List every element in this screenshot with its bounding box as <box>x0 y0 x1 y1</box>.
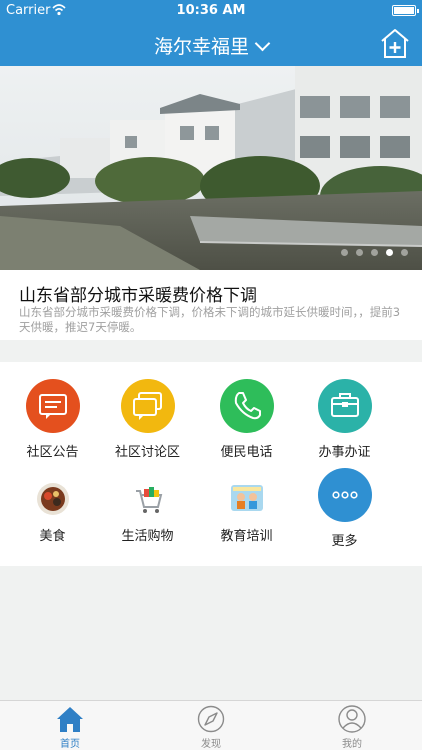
carousel-dot[interactable] <box>341 249 348 256</box>
news-card[interactable]: 山东省部分城市采暖费价格下调 山东省部分城市采暖费价格下调，价格未下调的城市延长… <box>0 270 422 340</box>
news-summary: 山东省部分城市采暖费价格下调，价格未下调的城市延长供暖时间，，提前3天供暖，推迟… <box>19 305 401 334</box>
news-title: 山东省部分城市采暖费价格下调 <box>19 286 257 306</box>
service-label: 社区讨论区 <box>114 445 180 460</box>
service-label: 生活购物 <box>121 529 174 544</box>
service-label: 美食 <box>39 529 66 544</box>
service-label: 更多 <box>331 534 358 549</box>
service-label: 社区公告 <box>26 445 79 460</box>
carousel-dot-active[interactable] <box>386 249 393 256</box>
service-food[interactable]: 美食 <box>0 474 105 544</box>
tab-label: 我的 <box>342 739 362 750</box>
briefcase-icon <box>317 379 372 433</box>
service-shopping[interactable]: 生活购物 <box>95 474 200 544</box>
tab-profile[interactable]: 我的 <box>282 704 422 750</box>
tab-label: 首页 <box>60 739 80 750</box>
chevron-down-icon <box>254 35 271 52</box>
community-name: 海尔幸福里 <box>153 36 249 58</box>
banner-image <box>0 66 422 270</box>
service-education[interactable]: 教育培训 <box>194 474 299 544</box>
compass-icon <box>197 705 225 733</box>
notice-icon <box>25 379 80 433</box>
food-icon <box>35 481 71 517</box>
service-notice[interactable]: 社区公告 <box>0 379 105 460</box>
tab-home[interactable]: 首页 <box>0 704 140 750</box>
battery-icon <box>392 5 419 16</box>
phone-icon <box>219 379 274 433</box>
shopping-cart-icon <box>130 481 166 517</box>
profile-icon <box>338 705 366 733</box>
carousel-dot[interactable] <box>356 249 363 256</box>
carousel-dot[interactable] <box>371 249 378 256</box>
more-icon <box>317 468 372 522</box>
status-bar: Carrier 10:36 AM <box>0 0 422 22</box>
service-label: 教育培训 <box>220 529 273 544</box>
carousel-indicator[interactable] <box>341 249 408 256</box>
service-label: 便民电话 <box>220 445 273 460</box>
add-home-icon[interactable] <box>378 26 412 60</box>
community-selector[interactable]: 海尔幸福里 <box>0 32 422 59</box>
carousel-dot[interactable] <box>401 249 408 256</box>
service-grid: 社区公告 社区讨论区 便民电话 办事办证 美食 生活购物 教育培训 更多 <box>0 362 422 566</box>
tab-bar: 首页 发现 我的 <box>0 700 422 750</box>
tab-discover[interactable]: 发现 <box>141 704 281 750</box>
nav-bar: 海尔幸福里 <box>0 22 422 66</box>
education-icon <box>229 481 265 517</box>
clock: 10:36 AM <box>176 3 246 18</box>
chat-icon <box>120 379 175 433</box>
service-more[interactable]: 更多 <box>292 468 397 549</box>
banner-carousel[interactable] <box>0 66 422 270</box>
service-forum[interactable]: 社区讨论区 <box>95 379 200 460</box>
service-label: 办事办证 <box>318 445 371 460</box>
service-affairs[interactable]: 办事办证 <box>292 379 397 460</box>
service-phone[interactable]: 便民电话 <box>194 379 299 460</box>
tab-label: 发现 <box>201 739 221 750</box>
home-icon <box>57 707 83 732</box>
